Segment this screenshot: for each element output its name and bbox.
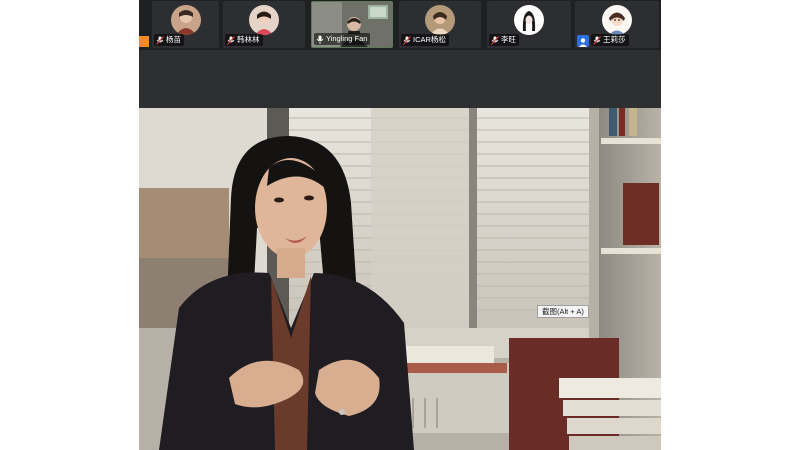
- participant-name: 王莉莎: [603, 35, 626, 44]
- participant-name: 杨苗: [166, 35, 181, 44]
- mic-on-icon: [316, 35, 324, 44]
- mic-muted-icon: [156, 35, 164, 45]
- participant-strip: 杨苗 韩林林 Yingling Fan ICAR杨松 李旺 王莉莎: [139, 0, 661, 50]
- participant-name: Yingling Fan: [326, 34, 368, 43]
- mic-muted-icon: [403, 35, 411, 45]
- screenshot-tooltip: 截图(Alt + A): [537, 305, 589, 318]
- toolbar-band: [139, 50, 661, 108]
- participant-tile[interactable]: 李旺: [487, 1, 571, 48]
- user-icon[interactable]: [577, 35, 589, 47]
- participant-tile[interactable]: 杨苗: [152, 1, 219, 48]
- meeting-window: 杨苗 韩林林 Yingling Fan ICAR杨松 李旺 王莉莎 截图(Alt…: [139, 0, 661, 450]
- participant-name-tag: 李旺: [489, 34, 519, 46]
- participant-name-tag: 韩林林: [225, 34, 263, 46]
- participant-tile[interactable]: ICAR杨松: [399, 1, 481, 48]
- participant-tile-active[interactable]: Yingling Fan: [311, 1, 393, 48]
- participant-avatar: [170, 5, 201, 35]
- participant-name-tag: 王莉莎: [591, 34, 629, 46]
- participant-tile[interactable]: 王莉莎: [575, 1, 659, 48]
- participant-name-tag: Yingling Fan: [314, 33, 371, 45]
- participant-name-tag: ICAR杨松: [401, 34, 449, 46]
- mic-muted-icon: [491, 35, 499, 45]
- participant-name: ICAR杨松: [413, 35, 446, 44]
- participant-name: 李旺: [501, 35, 516, 44]
- participant-name-tag: 杨苗: [154, 34, 184, 46]
- participant-avatar: [514, 5, 544, 35]
- orange-status-icon[interactable]: [139, 36, 149, 47]
- main-speaker-video[interactable]: 截图(Alt + A): [139, 108, 661, 450]
- participant-avatar: [249, 5, 279, 35]
- mic-muted-icon: [227, 35, 235, 45]
- participant-tile[interactable]: 韩林林: [223, 1, 305, 48]
- participant-avatar: [425, 5, 455, 35]
- participant-name: 韩林林: [237, 35, 260, 44]
- mic-muted-icon: [593, 35, 601, 45]
- participant-avatar: [602, 5, 632, 35]
